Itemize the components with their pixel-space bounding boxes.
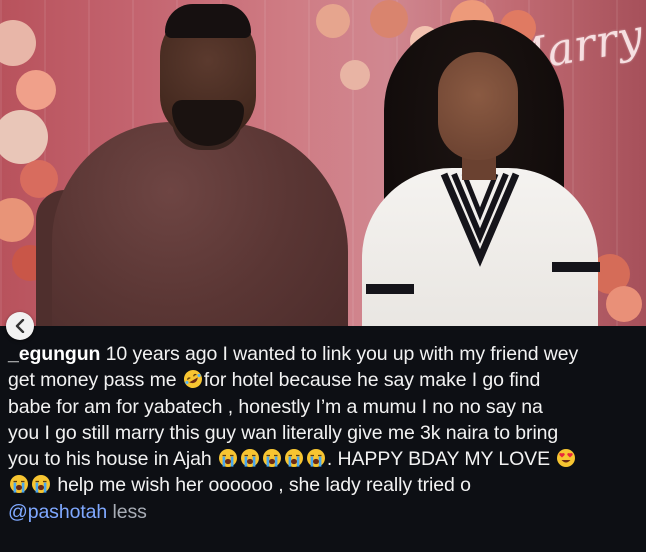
loudly-crying-emoji-icon	[306, 449, 325, 468]
mention-link[interactable]: @pashotah	[8, 501, 107, 523]
caption-text: get money pass me	[8, 369, 182, 392]
caption-text: you I go still marry this guy wan litera…	[8, 421, 559, 444]
caption-text: 10 years ago I wanted to link you up wit…	[100, 343, 579, 365]
loudly-crying-emoji-icon	[262, 449, 281, 468]
post-photo[interactable]: Marry	[0, 0, 646, 326]
author-username[interactable]: _egungun	[8, 343, 100, 365]
heart-eyes-emoji-icon	[557, 449, 576, 468]
less-toggle[interactable]: less	[112, 501, 146, 523]
caption-text: babe for am for yabatech , honestly I’m …	[8, 395, 543, 418]
loudly-crying-emoji-icon	[218, 449, 237, 468]
rofl-emoji-icon	[183, 370, 202, 389]
loudly-crying-emoji-icon	[240, 449, 259, 468]
back-arrow-button[interactable]	[6, 312, 34, 340]
loudly-crying-emoji-icon	[10, 475, 28, 494]
post-caption: _egungun 10 years ago I wanted to link y…	[8, 341, 640, 525]
caption-text: you to his house in Ajah	[8, 448, 217, 471]
back-arrow-icon	[15, 319, 25, 333]
caption-text: . HAPPY BDAY MY LOVE	[326, 448, 556, 471]
caption-text: help me wish her oooooo , she lady reall…	[52, 474, 471, 497]
loudly-crying-emoji-icon	[32, 475, 50, 494]
post: Marry _egungun 10 years ago I wanted to …	[0, 0, 646, 552]
loudly-crying-emoji-icon	[284, 449, 303, 468]
caption-text: for hotel because he say make I go find	[203, 369, 541, 392]
